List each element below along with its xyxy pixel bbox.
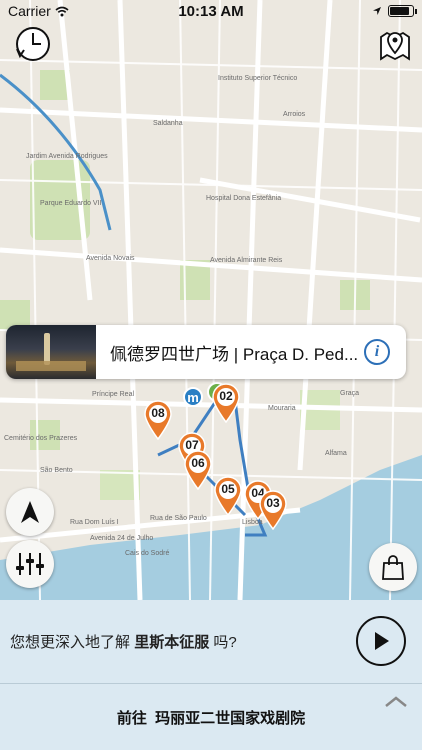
map-label: Parque Eduardo VII <box>40 200 102 207</box>
map-label: Rua Dom Luís I <box>70 519 119 526</box>
filter-button[interactable] <box>6 540 54 588</box>
map-label: Cemitério dos Prazeres <box>4 435 78 442</box>
promo-highlight: 里斯本征服 <box>134 634 210 651</box>
map-label: Rua de São Paulo <box>150 515 207 522</box>
history-button[interactable] <box>8 20 56 68</box>
map-label: Príncipe Real <box>92 391 134 398</box>
metro-station-marker[interactable]: m <box>183 387 203 407</box>
locations-button[interactable] <box>370 20 418 68</box>
map-label: São Bento <box>40 467 73 474</box>
tour-stop-pin[interactable]: 05 <box>213 476 243 517</box>
promo-prefix: 您想更深入地了解 <box>10 634 131 651</box>
bottom-panel: 您想更深入地了解 里斯本征服 吗? 前往 玛丽亚二世国家戏剧院 <box>0 600 422 750</box>
history-clock-icon <box>16 27 50 61</box>
compass-arrow-icon <box>21 501 39 523</box>
map-label: Avenida 24 de Julho <box>90 535 153 542</box>
metro-label: m <box>187 389 199 405</box>
tour-stop-pin[interactable]: 08 <box>143 400 173 441</box>
map-view[interactable]: Saldanha Arroios Instituto Superior Técn… <box>0 0 422 600</box>
map-label: Hospital Dona Estefânia <box>206 195 281 202</box>
carrier-label: Carrier <box>8 3 51 19</box>
pin-label: 02 <box>219 389 233 403</box>
promo-suffix: 吗? <box>213 634 237 651</box>
map-label: Alfama <box>325 450 347 457</box>
location-arrow-icon <box>373 7 381 15</box>
navigate-target: 玛丽亚二世国家戏剧院 <box>155 710 306 727</box>
info-icon[interactable]: i <box>364 339 390 365</box>
status-bar: Carrier 10:13 AM <box>0 0 422 22</box>
audio-promo[interactable]: 您想更深入地了解 里斯本征服 吗? <box>0 600 422 684</box>
battery-icon <box>388 5 417 17</box>
map-label: Instituto Superior Técnico <box>218 75 297 82</box>
locate-me-button[interactable] <box>6 488 54 536</box>
map-label: Arroios <box>283 111 306 118</box>
wifi-icon <box>55 6 69 16</box>
map-label: Saldanha <box>153 120 183 127</box>
poi-title: 佩德罗四世广场 | Praça D. Ped... <box>110 344 359 364</box>
map-label: Jardim Avenida Rodrigues <box>26 153 108 160</box>
tour-stop-pin[interactable]: 06 <box>183 450 213 491</box>
navigate-to-bar[interactable]: 前往 玛丽亚二世国家戏剧院 <box>0 685 422 750</box>
play-icon <box>375 632 389 650</box>
navigate-prefix: 前往 <box>116 710 147 727</box>
poi-info-card[interactable]: 佩德罗四世广场 | Praça D. Ped... i <box>6 325 406 379</box>
location-pin-icon <box>380 31 410 61</box>
map-label: Mouraria <box>268 405 296 412</box>
map-label: Avenida Almirante Reis <box>210 257 283 264</box>
map-label: Cais do Sodré <box>125 550 169 557</box>
filter-sliders-icon <box>16 553 44 575</box>
map-label: Graça <box>340 390 359 397</box>
map-label: Avenida Novais <box>86 255 135 262</box>
play-button[interactable] <box>356 616 406 666</box>
shopping-bag-icon <box>382 555 404 580</box>
pin-label: 03 <box>266 496 280 510</box>
pin-label: 08 <box>151 406 165 420</box>
tour-stop-pin[interactable]: 03 <box>258 490 288 531</box>
tour-stop-pin[interactable]: 02 <box>211 383 241 424</box>
poi-thumbnail <box>6 325 96 379</box>
chevron-up-icon[interactable] <box>384 696 408 708</box>
shop-button[interactable] <box>369 543 417 591</box>
map-canvas[interactable]: Saldanha Arroios Instituto Superior Técn… <box>0 0 422 600</box>
pin-label: 06 <box>191 456 205 470</box>
pin-label: 05 <box>221 482 235 496</box>
